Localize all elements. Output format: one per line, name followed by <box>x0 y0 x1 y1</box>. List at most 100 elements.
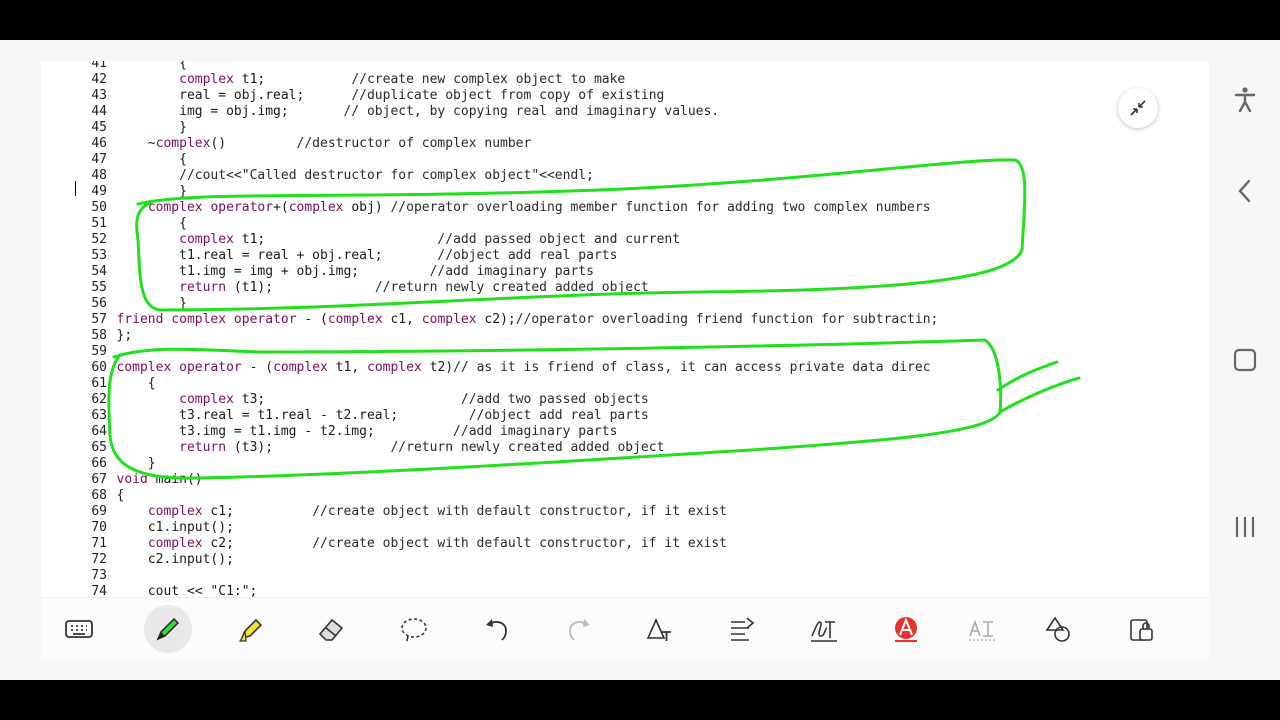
back-chevron-icon[interactable] <box>1227 173 1263 209</box>
line-number: 57 <box>91 312 107 327</box>
code-text: real = obj.real; //duplicate object from… <box>116 88 665 103</box>
screen: 41 {42 complex t1; //create new complex … <box>0 40 1280 680</box>
code-listing: 41 {42 complex t1; //create new complex … <box>41 61 981 616</box>
pen-icon <box>156 617 180 641</box>
line-number: 68 <box>91 488 107 503</box>
line-number: 66 <box>91 456 107 471</box>
recent-apps-icon[interactable] <box>1227 509 1263 545</box>
lasso-button[interactable] <box>390 605 438 653</box>
line-number: 45 <box>91 120 107 135</box>
code-text: complex operator - (complex t1, complex … <box>116 360 931 375</box>
line-number: 46 <box>91 136 107 151</box>
text-format-icon <box>969 619 995 641</box>
line-number: 55 <box>91 280 107 295</box>
code-text: c1.input(); <box>116 520 234 535</box>
pen-toolbar <box>41 597 1209 660</box>
line-number: 71 <box>91 536 107 551</box>
code-text: ~complex() //destructor of complex numbe… <box>116 136 532 151</box>
line-number: 65 <box>91 440 107 455</box>
code-text: { <box>116 376 156 391</box>
keyboard-icon <box>65 620 93 638</box>
code-text: } <box>116 456 156 471</box>
shapes-icon <box>1045 616 1070 642</box>
code-text: } <box>116 296 187 311</box>
text-caret <box>75 181 76 196</box>
undo-icon <box>486 619 507 641</box>
code-text: complex operator+(complex obj) //operato… <box>147 200 931 215</box>
line-number: 62 <box>91 392 107 407</box>
highlighter-icon <box>238 618 263 642</box>
line-number: 42 <box>91 72 107 87</box>
line-number: 51 <box>91 216 107 231</box>
line-number: 63 <box>91 408 107 423</box>
code-text: img = obj.img; // object, by copying rea… <box>116 104 720 119</box>
code-text: t1.real = real + obj.real; //object add … <box>116 248 618 263</box>
undo-button[interactable] <box>473 605 521 653</box>
code-text: c2.input(); <box>116 552 234 567</box>
code-text: }; <box>116 328 133 343</box>
code-text: { <box>116 488 125 503</box>
code-text: complex t1; //create new complex object … <box>179 72 626 87</box>
text-color-icon <box>895 617 917 642</box>
highlighter-button[interactable] <box>227 605 275 653</box>
text-color-button[interactable] <box>882 605 930 653</box>
eraser-icon <box>318 618 344 641</box>
code-text: //cout<<"Called destructor for complex o… <box>179 168 594 183</box>
code-text: } <box>116 120 187 135</box>
line-number: 67 <box>91 472 107 487</box>
line-number: 72 <box>91 552 107 567</box>
line-number: 70 <box>91 520 107 535</box>
code-text: { <box>116 216 187 231</box>
code-text: complex t3; //add two passed objects <box>179 392 649 407</box>
line-number: 47 <box>91 152 107 167</box>
code-text: void main() <box>116 472 203 487</box>
text-to-shape-button[interactable] <box>635 605 683 653</box>
line-spacing-button[interactable] <box>718 605 766 653</box>
android-nav-bar <box>1209 61 1280 637</box>
shapes-button[interactable] <box>1034 605 1082 653</box>
line-number: 60 <box>91 360 107 375</box>
line-number: 69 <box>91 504 107 519</box>
pen-button[interactable] <box>144 605 192 653</box>
collapse-view-button[interactable] <box>1118 88 1158 128</box>
line-number: 56 <box>91 296 107 311</box>
code-text: return (t1); //return newly created adde… <box>179 280 649 295</box>
line-number: 58 <box>91 328 107 343</box>
lock-icon <box>1130 619 1153 641</box>
text-format-button[interactable] <box>958 605 1006 653</box>
line-number: 54 <box>91 264 107 279</box>
code-text: friend complex operator - (complex c1, c… <box>116 312 939 327</box>
redo-button[interactable] <box>555 605 603 653</box>
redo-icon <box>569 619 590 641</box>
code-text: t1.img = img + obj.img; //add imaginary … <box>116 264 594 279</box>
line-number: 41 <box>91 61 107 71</box>
text-to-shape-icon <box>646 618 671 641</box>
handwriting-to-text-button[interactable] <box>800 605 848 653</box>
line-number: 49 <box>91 184 107 199</box>
line-number: 73 <box>91 568 107 583</box>
code-text: complex c2; //create object with default… <box>147 536 728 551</box>
line-number: 52 <box>91 232 107 247</box>
home-square-icon[interactable] <box>1227 342 1263 378</box>
line-number: 53 <box>91 248 107 263</box>
code-text: complex c1; //create object with default… <box>147 504 728 519</box>
code-text: t3.img = t1.img - t2.img; //add imaginar… <box>116 424 618 439</box>
line-number: 48 <box>91 168 107 183</box>
line-number: 44 <box>91 104 107 119</box>
code-text: { <box>116 61 187 71</box>
code-text: return (t3); //return newly created adde… <box>179 440 665 455</box>
code-text: t3.real = t1.real - t2.real; //object ad… <box>116 408 649 423</box>
line-spacing-icon <box>731 617 755 641</box>
code-text: complex t1; //add passed object and curr… <box>179 232 681 247</box>
line-number: 64 <box>91 424 107 439</box>
line-number: 61 <box>91 376 107 391</box>
line-number: 59 <box>91 344 107 359</box>
lasso-icon <box>401 618 427 642</box>
eraser-button[interactable] <box>307 605 355 653</box>
code-text: { <box>116 152 187 167</box>
handwriting-to-text-icon <box>811 621 837 642</box>
accessibility-icon[interactable] <box>1227 81 1263 117</box>
code-text: } <box>116 184 187 199</box>
keyboard-button[interactable] <box>55 605 103 653</box>
lock-button[interactable] <box>1117 605 1165 653</box>
